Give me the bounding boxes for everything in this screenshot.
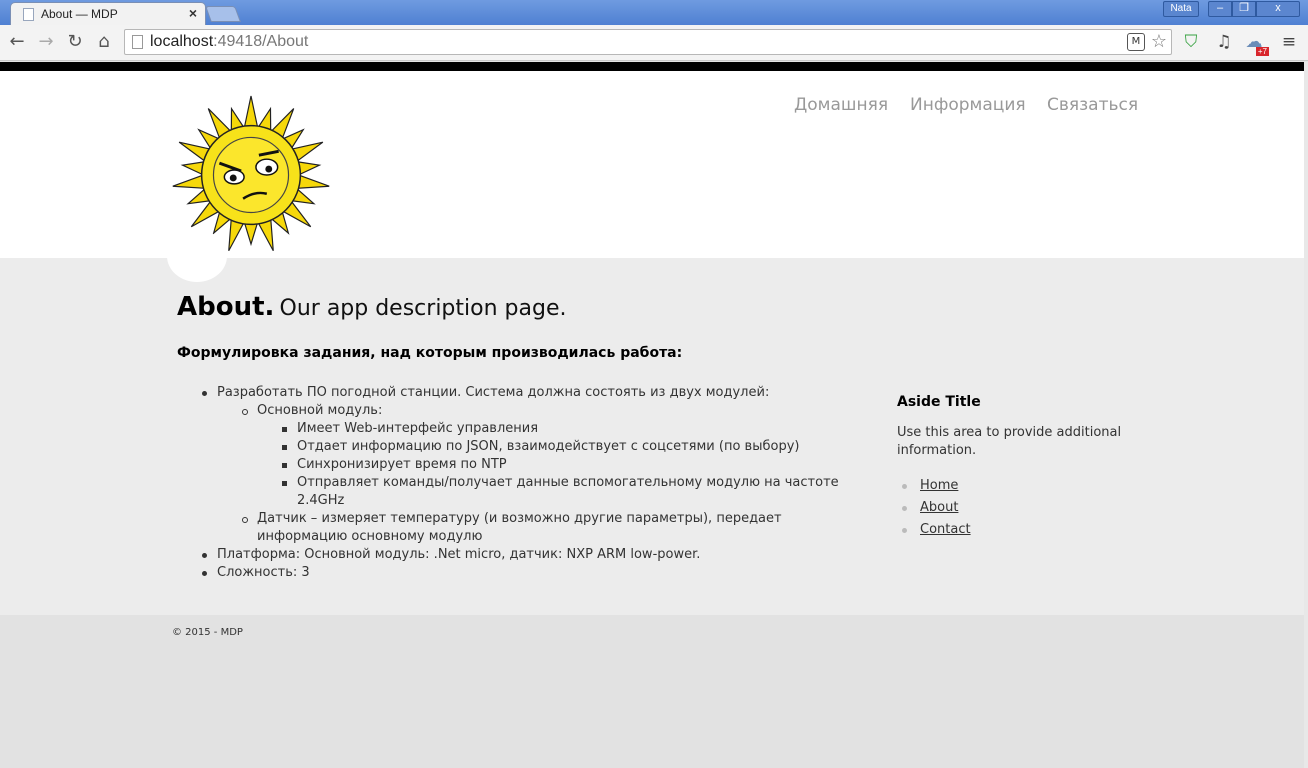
web-page: Домашняя Информация Связаться About. Our… [0,62,1304,768]
tab-close-icon[interactable]: × [189,5,197,21]
new-tab-button[interactable] [205,6,241,22]
address-bar[interactable]: localhost:49418/About M ☆ [124,29,1172,55]
browser-toolbar: ← → ↻ ⌂ localhost:49418/About M ☆ ⛉ ♫ ☁ +… [0,25,1308,61]
task-list: Разработать ПО погодной станции. Система… [177,384,857,582]
browser-titlebar: About — MDP × Nata – ❐ x [0,0,1308,25]
url-host: localhost [150,33,214,50]
site-footer: © 2015 - MDP [0,615,1304,768]
browser-menu-icon[interactable]: ≡ [1278,31,1300,53]
aside-link-item: Contact [897,519,1127,541]
extension-m-icon[interactable]: M [1127,33,1145,51]
page-title-bold: About. [177,292,275,322]
nav-link-info[interactable]: Информация [910,95,1026,115]
list-item-text: Основной модуль: [257,403,383,418]
aside-link-item: Home [897,475,1127,497]
list-item: Сложность: 3 [177,564,857,582]
task-heading: Формулировка задания, над которым произв… [177,345,683,361]
page-favicon-icon [23,8,34,21]
back-arrow-icon[interactable]: ← [6,31,28,53]
reload-icon[interactable]: ↻ [64,31,86,53]
aside-link-item: About [897,497,1127,519]
window-close-button[interactable]: x [1256,1,1300,17]
aside-title: Aside Title [897,394,981,410]
nav-link-home[interactable]: Домашняя [794,95,888,115]
list-item: Синхронизирует время по NTP [257,456,857,474]
main-section: About. Our app description page. Формули… [0,230,1304,615]
forward-arrow-icon[interactable]: → [35,31,57,53]
window-minimize-button[interactable]: – [1208,1,1232,17]
home-icon[interactable]: ⌂ [93,31,115,53]
weather-extension-icon[interactable]: ☁ +7 [1243,31,1269,56]
page-title-rest: Our app description page. [279,296,567,321]
list-item: Платформа: Основной модуль: .Net micro, … [177,546,857,564]
aside-link-contact[interactable]: Contact [920,522,971,537]
aside-panel: Aside Title Use this area to provide add… [897,394,1127,541]
list-item-text: Разработать ПО погодной станции. Система… [217,385,770,400]
aside-link-home[interactable]: Home [920,478,958,493]
footer-copyright: © 2015 - MDP [172,627,243,638]
browser-tab-active[interactable]: About — MDP × [10,2,206,25]
page-top-bar [0,62,1304,71]
page-icon [132,35,143,49]
tab-title: About — MDP [41,7,118,21]
nav-link-contact[interactable]: Связаться [1047,95,1138,115]
page-scrollbar[interactable] [1304,62,1308,768]
shield-extension-icon[interactable]: ⛉ [1180,31,1202,53]
bookmark-star-icon[interactable]: ☆ [1151,31,1167,52]
window-restore-button[interactable]: ❐ [1232,1,1256,17]
list-item: Датчик – измеряет температуру (и возможн… [217,510,857,546]
aside-links: Home About Contact [897,475,1127,541]
profile-button[interactable]: Nata [1163,1,1199,17]
list-item: Основной модуль: Имеет Web-интерфейс упр… [217,402,857,510]
list-item: Отдает информацию по JSON, взаимодейству… [257,438,857,456]
weather-badge: +7 [1255,47,1269,56]
music-extension-icon[interactable]: ♫ [1213,31,1235,53]
url-path: :49418/About [213,33,309,50]
list-item: Разработать ПО погодной станции. Система… [177,384,857,546]
list-item: Отправляет команды/получает данные вспом… [257,474,857,510]
url-text[interactable]: localhost:49418/About [150,33,308,51]
logo-bubble [167,230,227,282]
aside-link-about[interactable]: About [920,500,958,515]
page-title: About. Our app description page. [177,292,566,322]
aside-text: Use this area to provide additional info… [897,425,1122,458]
list-item: Имеет Web-интерфейс управления [257,420,857,438]
